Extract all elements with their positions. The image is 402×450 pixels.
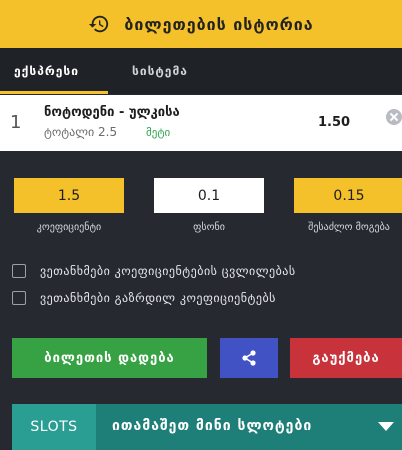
remove-bet-icon[interactable] (386, 109, 402, 125)
accept-odds-change-label: ვეთანხმები კოეფიციენტების ცვლილებას (40, 264, 296, 278)
bet-index: 1 (10, 112, 22, 133)
market-name: ტოტალი 2.5 (44, 125, 118, 139)
accept-increased-odds-checkbox[interactable] (12, 291, 26, 305)
slots-game-title: ითამაშეთ მინი სლოტები (112, 418, 313, 434)
match-name: ნოტოდენი - ულკისა (44, 105, 180, 120)
coefficient-field: 1.5 (14, 178, 124, 213)
payout-label: შესაძლო მოგება (308, 222, 390, 233)
accept-increased-odds-label: ვეთანხმები გაზრდილ კოეფიციენტებს (40, 291, 276, 305)
accept-increased-odds-option[interactable]: ვეთანხმები გაზრდილ კოეფიციენტებს (12, 291, 276, 305)
header-bar: ბილეთების ისტორია (0, 0, 402, 48)
page-title: ბილეთების ისტორია (124, 14, 314, 34)
place-bet-button[interactable]: ბილეთის დადება (12, 338, 207, 378)
bet-slip-item: 1 ნოტოდენი - ულკისა ტოტალი 2.5 მეტი 1.50 (0, 95, 402, 151)
coefficient-label: კოეფიციენტი (36, 222, 102, 233)
outcome-name: მეტი (146, 126, 171, 139)
cancel-button[interactable]: გაუქმება (290, 338, 402, 378)
stake-input[interactable]: 0.1 (154, 178, 264, 213)
bet-type-tabs: ექსპრესი სისტემა (0, 48, 402, 129)
active-tab-indicator (0, 91, 108, 94)
bet-odds: 1.50 (318, 115, 351, 130)
history-icon[interactable] (88, 13, 110, 35)
tab-system[interactable]: სისტემა (132, 48, 188, 94)
payout-field: 0.15 (294, 178, 402, 213)
chevron-down-icon[interactable] (378, 422, 394, 431)
accept-odds-change-checkbox[interactable] (12, 264, 26, 278)
share-button[interactable] (220, 338, 278, 378)
accept-odds-change-option[interactable]: ვეთანხმები კოეფიციენტების ცვლილებას (12, 264, 296, 278)
share-icon (242, 350, 256, 366)
tab-express[interactable]: ექსპრესი (14, 48, 79, 94)
slots-label: SLOTS (12, 404, 96, 450)
slots-banner[interactable]: SLOTS ითამაშეთ მინი სლოტები (12, 404, 402, 450)
stake-label: ფსონი (193, 222, 225, 233)
